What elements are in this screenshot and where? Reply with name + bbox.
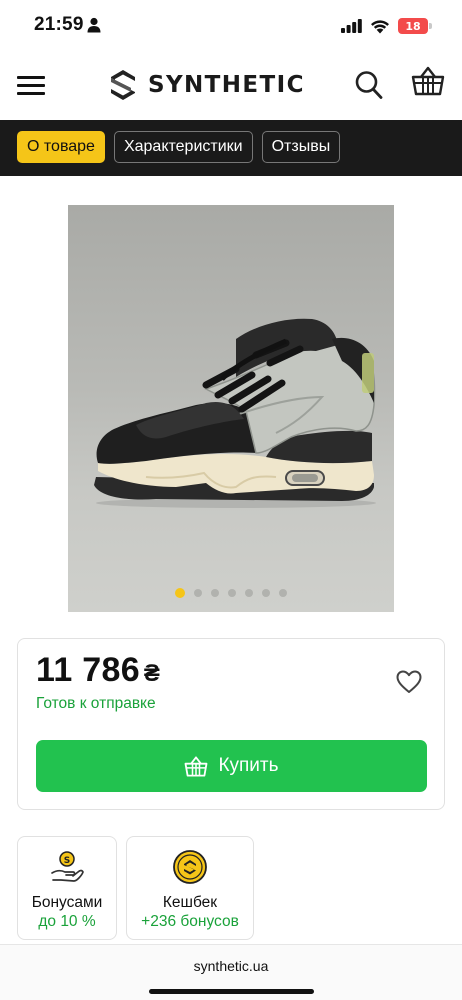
coin-hand-icon: S [51, 851, 84, 882]
heart-icon [396, 670, 422, 693]
gallery-dot[interactable] [228, 589, 236, 597]
battery-indicator: 18 [398, 18, 432, 34]
price-currency: ₴ [143, 660, 161, 687]
favorite-button[interactable] [396, 670, 422, 694]
menu-icon-line [17, 84, 45, 87]
product-image [94, 318, 376, 508]
site-logo[interactable]: SYNTHETIC [108, 68, 305, 102]
status-bar: 21:59 18 [0, 0, 462, 52]
gallery-dot[interactable] [262, 589, 270, 597]
gallery-dot[interactable] [211, 589, 219, 597]
bonus-title: Бонусами [31, 894, 103, 911]
product-gallery[interactable] [68, 205, 394, 612]
status-time: 21:59 [34, 14, 84, 35]
bonus-payment-card[interactable]: S Бонусами до 10 % [17, 836, 117, 940]
bonus-value: до 10 % [38, 913, 96, 930]
cashback-coin-icon [173, 850, 207, 884]
search-icon [355, 71, 383, 99]
gallery-dot[interactable] [194, 589, 202, 597]
tab-about[interactable]: О товаре [17, 131, 105, 163]
menu-button[interactable] [17, 76, 45, 96]
gallery-dot[interactable] [175, 588, 185, 598]
status-indicators: 18 [341, 16, 432, 36]
site-header: SYNTHETIC [0, 52, 462, 120]
price-card: 11 786 ₴ Готов к отправке Купить [17, 638, 445, 810]
gallery-dot[interactable] [279, 589, 287, 597]
wifi-icon [371, 19, 389, 33]
tab-characteristics[interactable]: Характеристики [113, 131, 253, 163]
gallery-pagination [68, 588, 394, 598]
product-price: 11 786 ₴ [36, 651, 160, 690]
cashback-card[interactable]: Кешбек +236 бонусов [126, 836, 254, 940]
tab-reviews[interactable]: Отзывы [261, 131, 341, 163]
basket-icon [411, 66, 445, 96]
person-icon [87, 17, 101, 33]
battery-icon: 18 [398, 18, 428, 34]
cart-button[interactable] [411, 66, 445, 96]
cashback-value: +236 бонусов [141, 913, 239, 930]
menu-icon-line [17, 76, 45, 79]
battery-level: 18 [405, 19, 421, 33]
menu-icon-line [17, 92, 45, 95]
buy-button[interactable]: Купить [36, 740, 427, 792]
availability-status: Готов к отправке [36, 695, 156, 712]
product-tabs-bar: О товаре Характеристики Отзывы [0, 120, 462, 176]
logo-text: SYNTHETIC [148, 72, 305, 98]
home-indicator [149, 989, 314, 994]
logo-icon [111, 70, 135, 100]
basket-icon [185, 755, 208, 777]
svg-text:S: S [64, 856, 70, 866]
gallery-dot[interactable] [245, 589, 253, 597]
price-value: 11 786 [36, 651, 140, 689]
product-tabs: О товаре Характеристики Отзывы [17, 131, 341, 163]
cellular-signal-icon [341, 19, 362, 33]
browser-url-bar[interactable]: synthetic.ua [0, 944, 462, 1000]
cashback-title: Кешбек [162, 894, 218, 911]
search-button[interactable] [354, 69, 384, 101]
buy-button-label: Купить [218, 755, 279, 776]
url-text[interactable]: synthetic.ua [0, 958, 462, 974]
